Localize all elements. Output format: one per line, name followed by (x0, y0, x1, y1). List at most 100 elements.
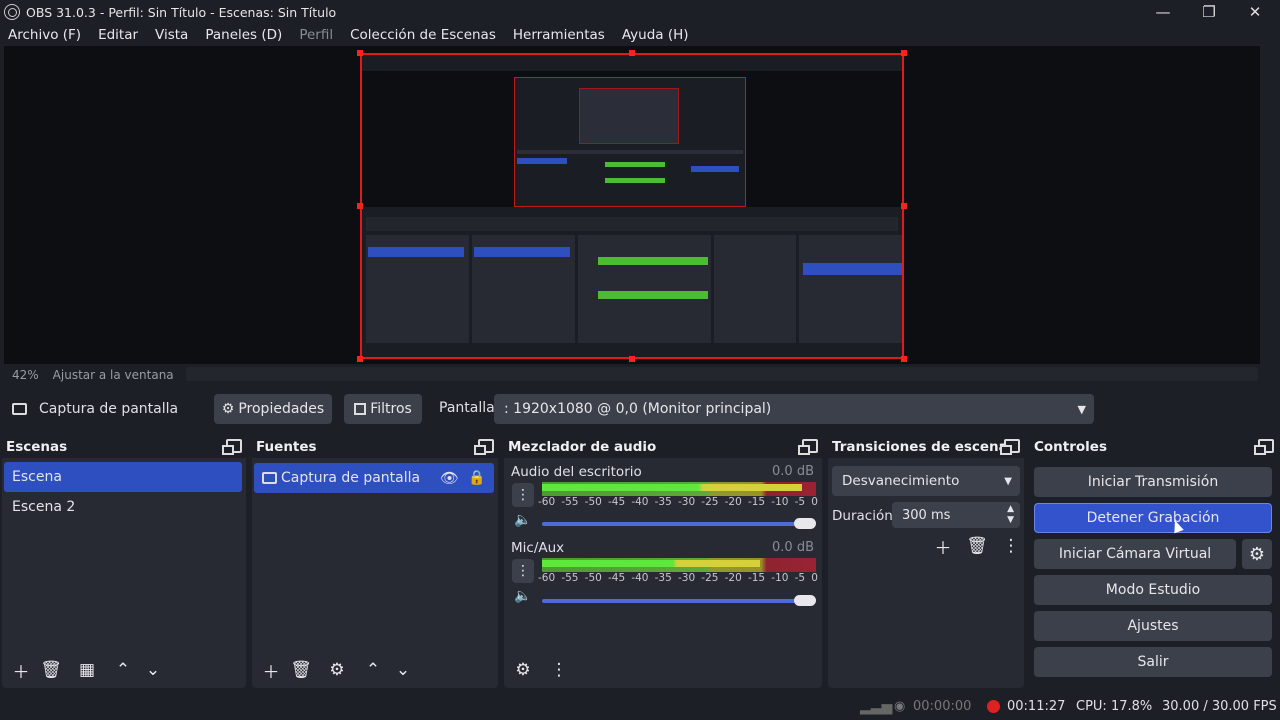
undock-icon[interactable] (474, 439, 494, 455)
preview-scrollbar[interactable] (1262, 46, 1278, 364)
channel-menu-button[interactable]: ⋮ (512, 559, 534, 583)
menu-editar[interactable]: Editar (98, 27, 138, 43)
advanced-audio-gear-icon[interactable]: ⚙ (512, 659, 534, 681)
close-icon[interactable]: ✕ (1232, 0, 1278, 24)
minimize-icon[interactable]: — (1140, 0, 1186, 24)
volume-slider[interactable] (542, 522, 814, 526)
add-icon[interactable]: ＋ (10, 659, 32, 683)
window-title: OBS 31.0.3 - Perfil: Sin Título - Escena… (26, 4, 337, 20)
maximize-icon[interactable]: ❐ (1186, 0, 1232, 24)
source-item[interactable]: Captura de pantalla 👁 🔒 (254, 463, 494, 493)
selected-source-name: Captura de pantalla (39, 401, 179, 417)
cpu-usage: CPU: 17.8% (1076, 699, 1153, 714)
resize-handle[interactable] (629, 356, 635, 362)
lock-icon[interactable]: 🔒 (468, 470, 485, 486)
resize-handle[interactable] (357, 203, 363, 209)
obs-logo-icon (4, 4, 20, 20)
spin-arrows-icon[interactable]: ▲ ▼ (1007, 504, 1014, 526)
filters-button[interactable]: Filtros (344, 394, 422, 424)
chevron-down-icon[interactable]: ⌄ (142, 659, 164, 681)
menu-bar: Archivo (F) Editar Vista Paneles (D) Per… (0, 24, 1280, 46)
stream-status-icon: ◉ (894, 699, 906, 714)
resize-handle[interactable] (357, 356, 363, 362)
volume-slider[interactable] (542, 599, 814, 603)
resize-handle[interactable] (629, 50, 635, 56)
menu-vista[interactable]: Vista (155, 27, 188, 43)
settings-button[interactable]: Ajustes (1034, 611, 1272, 641)
trash-icon[interactable]: 🗑 (966, 535, 988, 557)
resize-handle[interactable] (901, 50, 907, 56)
gear-icon[interactable]: ⚙ (326, 659, 348, 681)
resize-handle[interactable] (901, 203, 907, 209)
preview-capture[interactable] (360, 53, 904, 359)
mixer-toolbar: ⚙ ⋮ (504, 652, 822, 688)
undock-icon[interactable] (798, 439, 818, 455)
transitions-title: Transiciones de escena (832, 439, 1008, 455)
sources-toolbar: ＋ 🗑 ⚙ ⌃ ⌄ (252, 652, 498, 688)
mixer-title: Mezclador de audio (508, 439, 657, 455)
signal-bars-icon: ▂▃▅ (860, 699, 893, 715)
status-bar: ▂▃▅ ◉ 00:00:00 00:11:27 CPU: 17.8% 30.00… (0, 694, 1280, 720)
virtual-camera-button[interactable]: Iniciar Cámara Virtual (1034, 539, 1236, 569)
menu-ayuda[interactable]: Ayuda (H) (622, 27, 689, 43)
volume-slider-knob[interactable] (794, 518, 816, 529)
preview-hscrollbar[interactable] (186, 367, 1258, 381)
undock-icon[interactable] (1000, 439, 1020, 455)
more-vertical-icon[interactable]: ⋮ (1000, 535, 1022, 557)
chevron-down-icon: ▼ (1077, 402, 1086, 416)
zoom-fit-select[interactable]: Ajustar a la ventana (53, 368, 174, 382)
display-select[interactable]: : 1920x1080 @ 0,0 (Monitor principal) ▼ (494, 394, 1094, 424)
obs-window: OBS 31.0.3 - Perfil: Sin Título - Escena… (0, 0, 1280, 720)
sources-dock: Fuentes Captura de pantalla 👁 🔒 ＋ 🗑 ⚙ ⌃ … (252, 436, 498, 688)
speaker-icon[interactable]: 🔈 (514, 588, 531, 604)
meter-scale: -60 -55 -50 -45 -40 -35 -30 -25 -20 -15 -10 -5 0 (538, 496, 818, 508)
volume-slider-knob[interactable] (794, 595, 816, 606)
virtual-camera-settings-gear-icon[interactable]: ⚙ (1242, 539, 1272, 569)
exit-button[interactable]: Salir (1034, 647, 1272, 677)
add-icon[interactable]: ＋ (932, 535, 954, 559)
audio-mixer-dock: Mezclador de audio Audio del escritorio … (504, 436, 822, 688)
stop-recording-button[interactable]: Detener Grabación (1034, 503, 1272, 533)
chevron-up-icon[interactable]: ⌃ (362, 659, 384, 681)
duration-label: Duración (832, 508, 893, 524)
record-time: 00:11:27 (1007, 699, 1066, 714)
start-stream-button[interactable]: Iniciar Transmisión (1034, 467, 1272, 497)
menu-perfil[interactable]: Perfil (299, 27, 333, 43)
gear-icon: ⚙ (221, 401, 235, 417)
trash-icon[interactable]: 🗑 (290, 659, 312, 681)
title-bar: OBS 31.0.3 - Perfil: Sin Título - Escena… (0, 0, 1280, 24)
eye-icon[interactable]: 👁 (440, 469, 459, 487)
display-label: Pantalla (439, 400, 495, 416)
channel-menu-button[interactable]: ⋮ (512, 483, 534, 507)
scene-item[interactable]: Escena (4, 462, 242, 492)
filter-icon[interactable]: ▦ (76, 659, 98, 681)
fps: 30.00 / 30.00 FPS (1162, 699, 1277, 714)
meter-scale: -60 -55 -50 -45 -40 -35 -30 -25 -20 -15 -10 -5 0 (538, 572, 818, 584)
more-vertical-icon[interactable]: ⋮ (548, 659, 570, 681)
preview-canvas[interactable] (4, 46, 1260, 364)
zoom-level: 42% (12, 368, 39, 382)
chevron-up-icon[interactable]: ⌃ (112, 659, 134, 681)
monitor-icon (262, 472, 277, 484)
chevron-down-icon[interactable]: ⌄ (392, 659, 414, 681)
properties-button[interactable]: ⚙ Propiedades (214, 394, 332, 424)
menu-archivo[interactable]: Archivo (F) (8, 27, 81, 43)
trash-icon[interactable]: 🗑 (40, 659, 62, 681)
resize-handle[interactable] (357, 50, 363, 56)
scenes-toolbar: ＋ 🗑 ▦ ⌃ ⌄ (2, 652, 246, 688)
duration-spinbox[interactable]: 300 ms ▲ ▼ (892, 502, 1020, 528)
resize-handle[interactable] (901, 356, 907, 362)
audio-meter-level (542, 560, 760, 567)
studio-mode-button[interactable]: Modo Estudio (1034, 575, 1272, 605)
menu-herramientas[interactable]: Herramientas (513, 27, 605, 43)
speaker-icon[interactable]: 🔈 (514, 512, 531, 528)
record-dot-icon (987, 700, 1000, 713)
menu-paneles[interactable]: Paneles (D) (205, 27, 282, 43)
scenes-title: Escenas (6, 439, 68, 455)
undock-icon[interactable] (1254, 439, 1274, 455)
scene-item[interactable]: Escena 2 (4, 492, 242, 522)
add-icon[interactable]: ＋ (260, 659, 282, 683)
transition-select[interactable]: Desvanecimiento ▼ (832, 466, 1020, 496)
undock-icon[interactable] (222, 439, 242, 455)
menu-coleccion[interactable]: Colección de Escenas (350, 27, 496, 43)
